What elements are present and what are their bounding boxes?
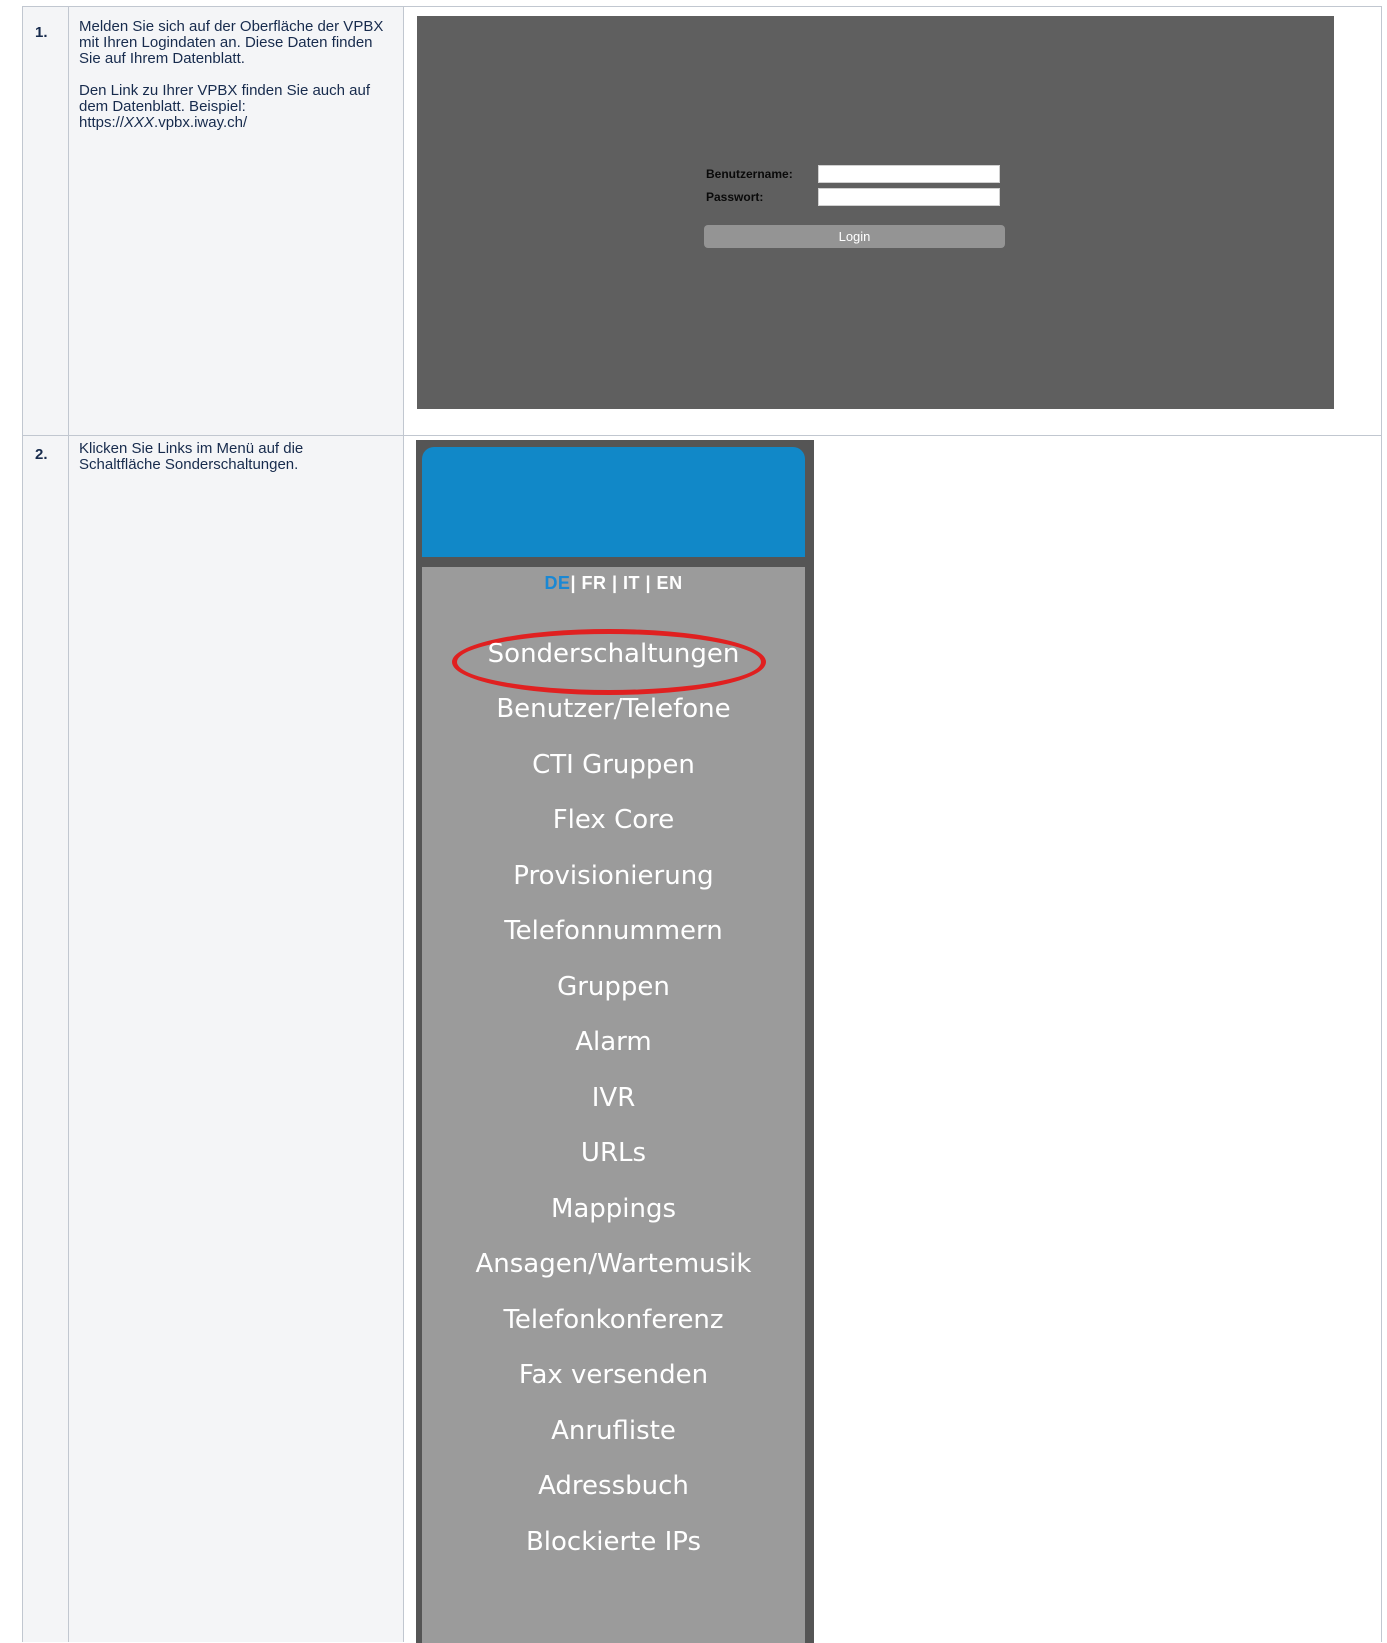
login-button[interactable]: Login [704,225,1005,248]
menu-item-ivr[interactable]: IVR [422,1083,805,1113]
menu-item-flex-core[interactable]: Flex Core [422,805,805,835]
menu-item-telefonkonferenz[interactable]: Telefonkonferenz [422,1305,805,1335]
menu-item-alarm[interactable]: Alarm [422,1027,805,1057]
step-paragraph: Melden Sie sich auf der Oberfläche der V… [79,18,384,67]
menu-screenshot: DE| FR | IT | EN Sonderschaltungen Benut… [416,440,814,1643]
step-instructions: Klicken Sie Links im Menü auf die Schalt… [79,441,389,489]
language-switcher: DE| FR | IT | EN [422,573,805,594]
step-row-1: 1. Melden Sie sich auf der Oberfläche de… [22,6,1382,435]
step-row-2: 2. Klicken Sie Links im Menü auf die Sch… [22,435,1382,1643]
menu-panel: DE| FR | IT | EN Sonderschaltungen Benut… [422,567,805,1643]
menu-item-benutzer-telefone[interactable]: Benutzer/Telefone [422,694,805,724]
language-others[interactable]: | FR | IT | EN [570,573,682,593]
step-number: 1. [35,24,48,41]
username-label: Benutzername: [706,167,793,181]
menu-item-cti-gruppen[interactable]: CTI Gruppen [422,750,805,780]
menu-item-ansagen-wartemusik[interactable]: Ansagen/Wartemusik [422,1249,805,1279]
menu-item-sonderschaltungen[interactable]: Sonderschaltungen [422,639,805,669]
menu-item-provisionierung[interactable]: Provisionierung [422,861,805,891]
menu-item-fax-versenden[interactable]: Fax versenden [422,1360,805,1390]
step-image-cell: Benutzername: Passwort: Login [403,6,1382,435]
username-input[interactable] [818,165,1000,183]
step-text-cell: Melden Sie sich auf der Oberfläche der V… [68,6,403,435]
menu-item-blockierte-ips[interactable]: Blockierte IPs [422,1527,805,1557]
link-placeholder: XXX [124,114,155,131]
link-text-suffix: .vpbx.iway.ch/ [154,114,248,131]
step-image-cell: DE| FR | IT | EN Sonderschaltungen Benut… [403,435,1382,1643]
step-instructions: Melden Sie sich auf der Oberfläche der V… [79,19,389,147]
menu-item-gruppen[interactable]: Gruppen [422,972,805,1002]
language-de[interactable]: DE [544,573,570,593]
menu-item-telefonnummern[interactable]: Telefonnummern [422,916,805,946]
login-screenshot: Benutzername: Passwort: Login [417,16,1334,409]
step-paragraph-link: Den Link zu Ihrer VPBX finden Sie auch a… [79,83,389,131]
instruction-table: 1. Melden Sie sich auf der Oberfläche de… [22,6,1382,1643]
menu-item-urls[interactable]: URLs [422,1138,805,1168]
menu-item-mappings[interactable]: Mappings [422,1194,805,1224]
step-number-cell: 1. [22,6,68,435]
password-label: Passwort: [706,190,764,204]
menu-item-adressbuch[interactable]: Adressbuch [422,1471,805,1501]
menu-header [422,447,805,557]
step-paragraph: Klicken Sie Links im Menü auf die Schalt… [79,440,304,473]
menu-item-anrufliste[interactable]: Anrufliste [422,1416,805,1446]
password-input[interactable] [818,188,1000,206]
step-number-cell: 2. [22,435,68,1642]
step-text-cell: Klicken Sie Links im Menü auf die Schalt… [68,435,403,1642]
step-number: 2. [35,446,48,463]
